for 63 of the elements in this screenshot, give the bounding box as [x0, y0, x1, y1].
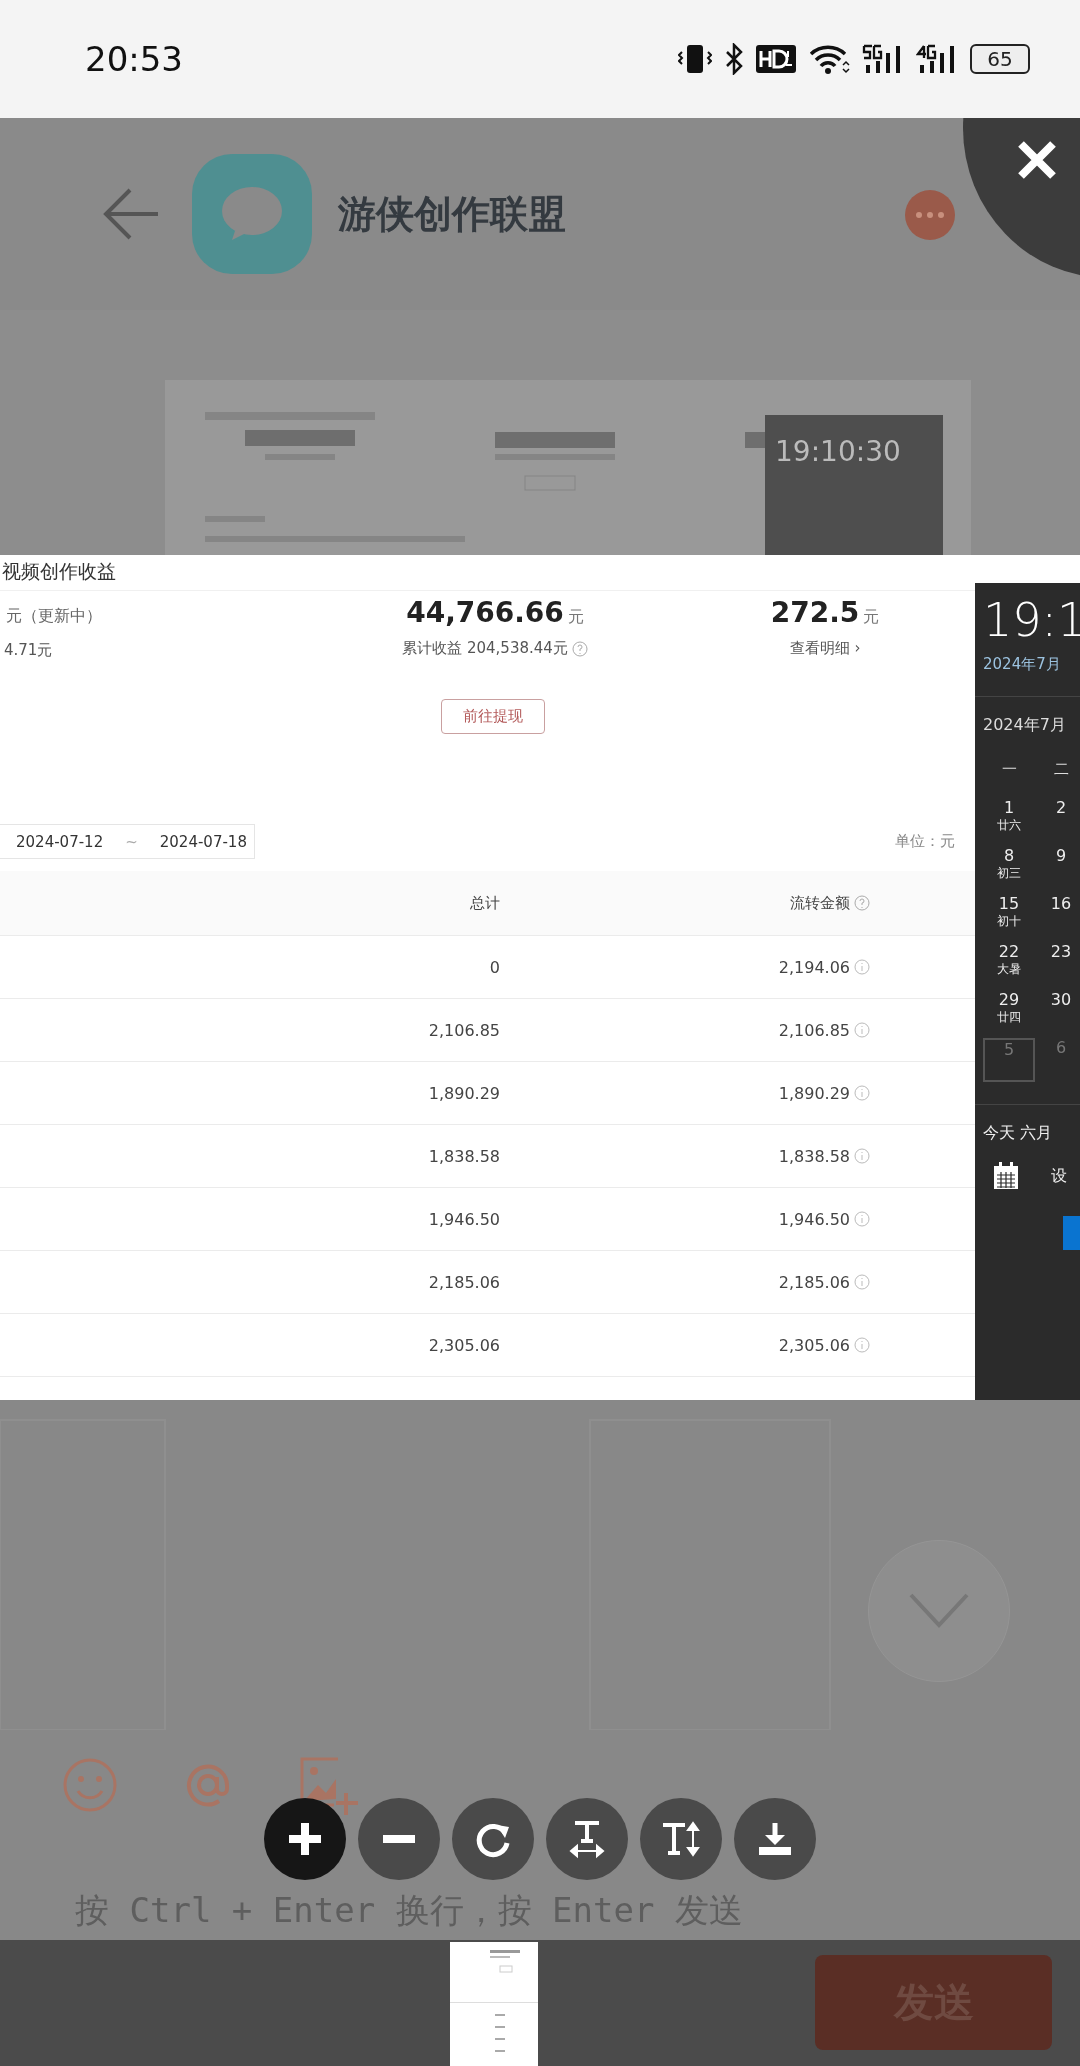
calendar-day[interactable]: 8 初三 [983, 846, 1035, 890]
calendar-day[interactable]: 2 [1035, 798, 1080, 842]
table-cell: 1,838.58 [778, 1146, 850, 1166]
calendar-day[interactable]: 22 大暑 [983, 942, 1035, 986]
amount-value: 272.5 元 [770, 597, 880, 629]
unit-label: 单位：元 [895, 832, 955, 851]
minus-icon [383, 1835, 415, 1843]
table-cell: 2,305.06 [778, 1335, 850, 1355]
info-icon [854, 959, 870, 975]
calendar-day[interactable]: 15 初十 [983, 894, 1035, 938]
balance-status: 元（更新中） [5, 605, 103, 627]
table-cell: 2,106.85 [778, 1020, 850, 1040]
calendar-day[interactable]: 29 廿四 [983, 990, 1035, 1034]
table-cell-text: 2,305.06 [427, 1335, 500, 1355]
hd-icon [756, 45, 796, 73]
status-time: 20:53 [85, 39, 183, 79]
details-link[interactable]: 查看明细 › [789, 639, 861, 658]
fit-height-icon [661, 1819, 701, 1859]
chat-title: 游侠创作联盟 [338, 190, 566, 238]
balance-subtext: 4.71元 [3, 641, 54, 660]
weekday-label: 一 [1000, 760, 1018, 780]
image-thumbnail[interactable] [450, 1942, 538, 2066]
table-cell-text: 2,185.06 [427, 1272, 500, 1292]
calendar-icon [993, 1162, 1019, 1190]
table-cell-text: 1,890.29 [427, 1083, 500, 1103]
calendar-day[interactable]: 30 [1035, 990, 1080, 1034]
today-label: 今天 六月 [983, 1123, 1054, 1144]
info-icon [854, 1022, 870, 1038]
column-header: 流转金额 [790, 893, 850, 913]
table-cell-text: 2,106.85 [427, 1020, 500, 1040]
info-icon [854, 1085, 870, 1101]
info-icon [854, 1337, 870, 1353]
date-link[interactable]: 2024年7月 [983, 655, 1080, 674]
date-range-field[interactable]: 2024-07-12 ~ 2024-07-18 [0, 824, 255, 859]
fit-width-icon [567, 1819, 607, 1859]
calendar-day[interactable]: 23 [1035, 942, 1080, 986]
calendar-day[interactable]: 1 廿六 [983, 798, 1035, 842]
wifi-icon [808, 43, 850, 75]
table-cell-text: 0 [488, 957, 500, 977]
bluetooth-icon [724, 43, 744, 75]
total-earnings-value: 44,766.66 元 [406, 597, 584, 629]
clock-time: 19:10:30 [775, 435, 901, 468]
vibrate-icon [678, 43, 712, 75]
column-header: 总计 [469, 893, 500, 913]
month-label: 2024年7月 [983, 715, 1067, 736]
table-cell-text: 1,946.50 [427, 1209, 500, 1229]
table-cell: 2,185.06 [778, 1272, 850, 1292]
calendar-day[interactable]: 16 [1035, 894, 1080, 938]
weekday-label: 二 [1052, 760, 1070, 780]
help-icon [854, 895, 870, 911]
event-hint: 设 [1051, 1165, 1067, 1187]
battery-indicator: 65 [970, 44, 1030, 74]
help-icon [571, 640, 588, 657]
table-cell: 2,194.06 [778, 957, 850, 977]
cumulative-earnings: 累计收益 204,538.44元 [402, 639, 568, 658]
table-cell: 1,890.29 [778, 1083, 850, 1103]
withdraw-button[interactable]: 前往提现 [441, 699, 545, 734]
info-icon [854, 1211, 870, 1227]
calendar-day[interactable]: 9 [1035, 846, 1080, 890]
table-cell-text: 1,838.58 [427, 1146, 500, 1166]
info-icon [854, 1148, 870, 1164]
table-cell: 1,946.50 [778, 1209, 850, 1229]
info-icon [854, 1274, 870, 1290]
